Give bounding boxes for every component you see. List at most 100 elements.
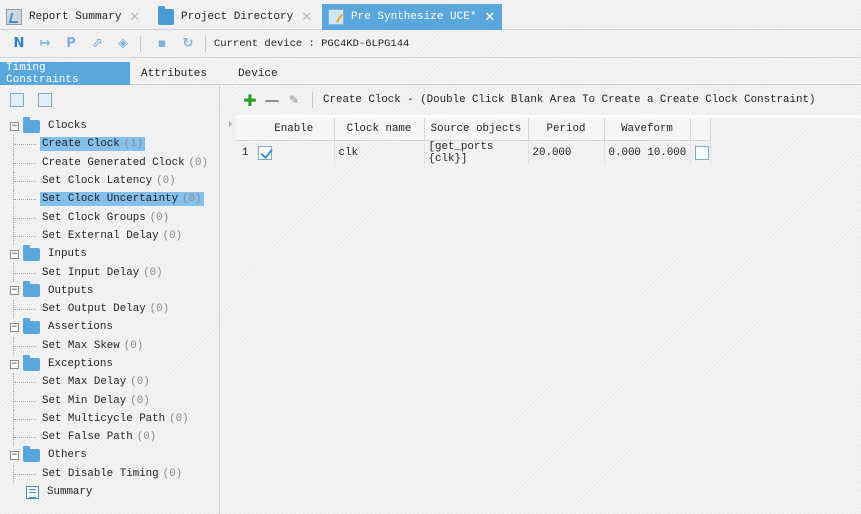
- constraint-tree-panel: − Clocks Create Clock (1) Create Generated C…: [0, 85, 220, 514]
- period-cell[interactable]: 20.000: [528, 140, 605, 165]
- tree-item-count: (0): [188, 156, 208, 169]
- tab-device[interactable]: Device: [232, 62, 292, 85]
- clock-name-cell[interactable]: clk: [334, 140, 425, 165]
- waveform-cell[interactable]: 0.000 10.000: [604, 140, 691, 165]
- current-device-label: Current device : PGC4KD-6LPG144: [214, 37, 410, 50]
- tree-item-count: (0): [130, 376, 150, 389]
- tree-item-set-output-delay[interactable]: Set Output Delay (0): [0, 299, 220, 319]
- tree-item-label: Exceptions: [48, 358, 113, 370]
- enable-cell[interactable]: [254, 140, 335, 165]
- tree-category-inputs[interactable]: − Inputs: [0, 244, 220, 263]
- tree-item-count: (0): [162, 467, 183, 480]
- column-header-period[interactable]: Period: [528, 118, 605, 141]
- tree-item-set-external-delay[interactable]: Set External Delay (0): [0, 226, 220, 246]
- column-header-enable[interactable]: Enable: [254, 118, 335, 141]
- remove-icon[interactable]: —: [264, 91, 280, 109]
- panel-splitter[interactable]: [221, 85, 235, 514]
- column-header-clock-name[interactable]: Clock name: [334, 118, 425, 141]
- close-icon[interactable]: ✕: [484, 10, 495, 25]
- tree-category-exceptions[interactable]: − Exceptions: [0, 354, 220, 373]
- tree-item-label: Inputs: [48, 248, 87, 261]
- tree-item-count: (0): [130, 394, 150, 407]
- source-objects-cell[interactable]: [get_ports {clk}]: [424, 140, 529, 165]
- tree-item-label: Set Multicycle Path (0): [42, 412, 189, 425]
- tree-item-set-clock-uncertainty[interactable]: Set Clock Uncertainty (0): [0, 190, 220, 209]
- column-header-waveform[interactable]: Waveform: [604, 118, 691, 141]
- collapse-toggle-icon[interactable]: −: [10, 450, 19, 460]
- tree-item-count: (0): [149, 211, 170, 224]
- tree-item-label: Set Disable Timing (0): [42, 467, 183, 480]
- folder-icon: [158, 6, 174, 25]
- collapse-toggle-icon[interactable]: −: [10, 359, 19, 369]
- tree-item-label: Set Clock Uncertainty (0): [40, 192, 204, 207]
- folder-icon: [23, 445, 40, 462]
- cursor-icon[interactable]: ⬀: [86, 33, 108, 55]
- tree-toolbar: [0, 85, 220, 115]
- tree-category-assertions[interactable]: − Assertions: [0, 317, 220, 336]
- collapse-toggle-icon[interactable]: −: [10, 121, 19, 131]
- table-header-row: Enable Clock name Source objects Period …: [236, 118, 711, 141]
- tree-item-label: Set Clock Groups (0): [42, 211, 170, 224]
- tree-item-set-min-delay[interactable]: Set Min Delay (0): [0, 391, 220, 411]
- constraint-table-area[interactable]: Enable Clock name Source objects Period …: [236, 118, 861, 514]
- report-icon: [6, 9, 22, 25]
- waveform-edit-cell[interactable]: [690, 140, 711, 165]
- tree-item-label: Set Input Delay (0): [42, 266, 163, 279]
- tab-pre-synthesize-uce[interactable]: Pre Synthesize UCE* ✕: [322, 4, 502, 30]
- tree-category-others[interactable]: − Others: [0, 445, 220, 464]
- tree-item-label: Outputs: [48, 284, 94, 297]
- table-row[interactable]: 1 clk [get_ports {clk}] 20.000 0.000 10.…: [236, 140, 711, 165]
- add-icon[interactable]: ✚: [242, 91, 258, 110]
- toolbar-separator: [140, 35, 141, 52]
- tree-item-create-generated-clock[interactable]: Create Generated Clock (0): [0, 153, 220, 173]
- constraint-editor-panel: ✚ — ✎ Create Clock - (Double Click Blank…: [236, 85, 861, 514]
- collapse-toggle-icon[interactable]: −: [10, 322, 19, 332]
- collapse-toggle-icon[interactable]: −: [10, 286, 19, 296]
- new-icon[interactable]: N: [8, 33, 30, 55]
- collapse-toggle-icon[interactable]: −: [10, 249, 19, 259]
- splitter-arrow-icon[interactable]: [229, 121, 232, 127]
- close-icon[interactable]: ✕: [129, 10, 140, 25]
- column-header-source-objects[interactable]: Source objects: [424, 118, 529, 141]
- waveform-edit-box[interactable]: [694, 145, 709, 160]
- tree-item-count: (0): [149, 303, 170, 316]
- tree-item-set-disable-timing[interactable]: Set Disable Timing (0): [0, 464, 220, 484]
- tab-label: Pre Synthesize UCE*: [351, 11, 477, 23]
- tab-project-directory[interactable]: Project Directory ✕: [152, 4, 320, 30]
- collapse-all-icon[interactable]: [38, 93, 52, 107]
- tree-item-label: Set Min Delay (0): [42, 394, 150, 407]
- tree-item-summary[interactable]: Summary: [0, 483, 220, 501]
- tab-report-summary[interactable]: Report Summary ✕: [0, 4, 150, 30]
- edit-pencil-icon[interactable]: ✎: [286, 92, 302, 108]
- p-icon[interactable]: P: [60, 33, 82, 55]
- tab-timing-constraints[interactable]: Timing Constraints: [0, 62, 130, 86]
- tree-item-set-max-delay[interactable]: Set Max Delay (0): [0, 373, 220, 392]
- tree-item-set-false-path[interactable]: Set False Path (0): [0, 428, 220, 447]
- tree-item-set-multicycle-path[interactable]: Set Multicycle Path (0): [0, 409, 220, 429]
- arrow-icon[interactable]: ↦: [34, 33, 56, 55]
- tree-item-create-clock[interactable]: Create Clock (1): [0, 135, 220, 154]
- tab-attributes[interactable]: Attributes: [135, 62, 215, 85]
- tree-item-set-clock-groups[interactable]: Set Clock Groups (0): [0, 208, 220, 228]
- tree-category-outputs[interactable]: − Outputs: [0, 281, 220, 300]
- tree-item-set-max-skew[interactable]: Set Max Skew (0): [0, 336, 220, 356]
- tree-item-set-input-delay[interactable]: Set Input Delay (0): [0, 263, 220, 282]
- panel-tab-bar: Timing Constraints Attributes Device: [0, 58, 861, 86]
- toolbar-separator: [205, 35, 206, 52]
- expand-all-icon[interactable]: [10, 93, 24, 107]
- tree-category-clocks[interactable]: − Clocks: [0, 116, 220, 135]
- tab-label: Project Directory: [181, 11, 294, 23]
- save-icon[interactable]: ▪: [151, 33, 173, 55]
- toolbar-separator: [312, 92, 313, 108]
- enable-checkbox[interactable]: [258, 145, 272, 160]
- constraint-table: Enable Clock name Source objects Period …: [236, 118, 711, 165]
- tree-item-label: Set Max Skew (0): [42, 339, 144, 352]
- toolbar: N ↦ P ⬀ ◈ ▪ ↻ Current device : PGC4KD-6L…: [0, 30, 861, 58]
- close-icon[interactable]: ✕: [301, 10, 312, 25]
- tree-item-label: Clocks: [48, 120, 87, 133]
- tree-item-label: Summary: [47, 486, 93, 499]
- refresh-icon[interactable]: ↻: [177, 33, 199, 55]
- tree-item-label: Create Clock (1): [40, 137, 146, 152]
- diamond-icon[interactable]: ◈: [112, 33, 134, 55]
- tree-item-set-clock-latency[interactable]: Set Clock Latency (0): [0, 171, 220, 191]
